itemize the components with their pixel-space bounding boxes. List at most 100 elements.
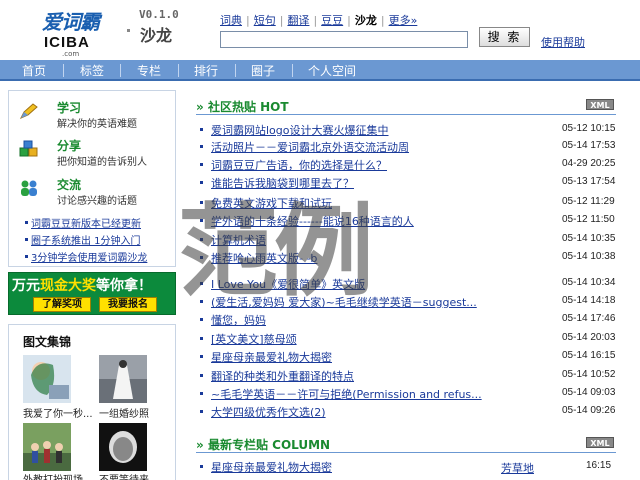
section-divider [196, 452, 616, 453]
main-nav-circles[interactable]: 圈子 [251, 62, 275, 79]
feature-subtitle: 讨论感兴趣的话题 [57, 196, 137, 207]
gallery-caption[interactable]: 一组婚纱照 [99, 405, 149, 420]
bullet-icon [200, 238, 203, 241]
announcement-link[interactable]: 3分钟学会使用爱词霸沙龙 [31, 249, 147, 264]
search-input[interactable] [220, 31, 468, 48]
bullet-icon [200, 355, 203, 358]
list-item[interactable]: 懂您，妈妈 05-14 17:46 [200, 312, 620, 329]
main-nav-home[interactable]: 首页 [22, 62, 46, 79]
post-title[interactable]: 星座母亲最爱礼物大揭密 [211, 459, 332, 475]
banner-title: 万元现金大奖等你拿！ [12, 278, 152, 294]
post-author[interactable]: 芳草地 [501, 460, 534, 476]
post-date: 05-14 09:26 [562, 405, 616, 416]
list-item[interactable]: 推荐哈心雨英文版- -b 05-14 10:38 [200, 250, 620, 267]
post-title[interactable]: 大学四级优秀作文选(2) [211, 404, 326, 420]
bullet-icon [127, 29, 130, 32]
gallery-thumbnail[interactable] [23, 355, 71, 403]
list-item[interactable]: 免费英文游戏下载和试玩 05-12 11:29 [200, 195, 620, 212]
top-nav-more[interactable]: 更多» [389, 14, 418, 27]
list-item[interactable]: 星座母亲最爱礼物大揭密 05-14 16:15 [200, 349, 620, 366]
gallery-caption[interactable]: 不要等待来 [99, 471, 149, 480]
main-nav: 首页 标签 专栏 排行 圈子 个人空间 [0, 60, 640, 81]
people-icon [21, 180, 37, 196]
announcement-link[interactable]: 词霸豆豆新版本已经更新 [31, 215, 141, 230]
post-title[interactable]: 免费英文游戏下载和试玩 [211, 195, 332, 211]
post-date: 05-14 14:18 [562, 295, 616, 306]
top-nav-phrases[interactable]: 短句 [254, 14, 276, 27]
gallery-thumbnail[interactable] [99, 355, 147, 403]
list-item[interactable]: ~毛毛学英语－－许可与拒绝(Permission and refus... 05-… [200, 386, 620, 403]
list-item[interactable]: (爱生活,爱妈妈 爱大家)~毛毛继续学英语－suggest... 05-14 14… [200, 294, 620, 311]
gallery-thumbnail[interactable] [23, 423, 71, 471]
list-item[interactable]: 活动照片－－爱词霸北京外语交流活动周 05-14 17:53 [200, 139, 620, 156]
bullet-icon [200, 256, 203, 259]
register-button[interactable]: 我要报名 [99, 297, 157, 312]
list-item[interactable]: 星座母亲最爱礼物大揭密 芳草地 16:15 [200, 459, 620, 476]
post-title[interactable]: 懂您，妈妈 [211, 312, 266, 328]
post-title[interactable]: 学外语的十条经验------能说16种语言的人 [211, 213, 414, 229]
post-date: 05-14 10:35 [562, 233, 616, 244]
bullet-icon [200, 128, 203, 131]
post-title[interactable]: 计算机术语 [211, 232, 266, 248]
bullet-icon [200, 374, 203, 377]
post-title[interactable]: 词霸豆豆广告语，你的选择是什么？ [211, 157, 387, 173]
list-item[interactable]: [英文美文]慈母颂 05-14 20:03 [200, 331, 620, 348]
list-item[interactable]: 计算机术语 05-14 10:35 [200, 232, 620, 249]
header: 爱词霸 ICIBA .com V0.1.0 沙龙 词典 | 短句 | 翻译 | 豆豆 | 沙龙 |… [0, 0, 640, 60]
contest-banner[interactable]: 万元现金大奖等你拿！ 了解奖项 我要报名 [8, 272, 176, 315]
feature-subtitle: 解决你的英语难题 [57, 119, 137, 130]
post-date: 05-12 10:15 [562, 123, 616, 134]
main-nav-tags[interactable]: 标签 [80, 62, 104, 79]
list-item[interactable]: 词霸豆豆广告语，你的选择是什么？ 04-29 20:25 [200, 157, 620, 174]
gallery-caption[interactable]: 外教打扮现场 [23, 471, 83, 480]
post-title[interactable]: [英文美文]慈母颂 [211, 331, 297, 347]
bullet-icon [200, 163, 203, 166]
section-divider [196, 114, 616, 115]
post-date: 05-14 17:46 [562, 313, 616, 324]
site-name: 沙龙 [140, 26, 173, 45]
learn-prizes-button[interactable]: 了解奖项 [33, 297, 91, 312]
bullet-icon [200, 300, 203, 303]
top-nav-salon[interactable]: 沙龙 [355, 14, 377, 27]
post-title[interactable]: 推荐哈心雨英文版- -b [211, 250, 317, 266]
announcement-link[interactable]: 圈子系统推出 1分钟入门 [31, 232, 141, 247]
post-date: 04-29 20:25 [562, 158, 616, 169]
post-date: 05-14 09:03 [562, 387, 616, 398]
help-link[interactable]: 使用帮助 [541, 34, 585, 50]
post-title[interactable]: (爱生活,爱妈妈 爱大家)~毛毛继续学英语－suggest... [211, 294, 477, 310]
pencil-icon [19, 103, 38, 119]
bullet-icon [25, 221, 28, 224]
hot-section-title: » 社区热贴 HOT [196, 100, 289, 114]
bullet-icon [200, 410, 203, 413]
bullet-icon [25, 255, 28, 258]
bullet-icon [200, 318, 203, 321]
feature-box: 学习 解决你的英语难题 分享 把你知道的告诉别人 交流 讨论感兴趣的话题 词霸豆… [8, 90, 176, 267]
top-nav-doudou[interactable]: 豆豆 [321, 14, 343, 27]
post-title[interactable]: 谁能告诉我脑袋到哪里去了？ [211, 175, 354, 191]
top-nav-dictionary[interactable]: 词典 [220, 14, 242, 27]
double-arrow-icon: » [196, 100, 204, 114]
gallery-caption[interactable]: 我爱了你一秒... [23, 405, 93, 420]
main-nav-personal-space[interactable]: 个人空间 [308, 62, 356, 79]
post-title[interactable]: 爱词霸网站logo设计大赛火爆征集中 [211, 122, 389, 138]
search-button[interactable]: 搜 索 [479, 27, 530, 47]
list-item[interactable]: 爱词霸网站logo设计大赛火爆征集中 05-12 10:15 [200, 122, 620, 139]
xml-feed-badge[interactable]: XML [586, 437, 614, 448]
xml-feed-badge[interactable]: XML [586, 99, 614, 110]
list-item[interactable]: 谁能告诉我脑袋到哪里去了？ 05-13 17:54 [200, 175, 620, 192]
main-nav-columns[interactable]: 专栏 [137, 62, 161, 79]
gallery-thumbnail[interactable] [99, 423, 147, 471]
post-title[interactable]: 星座母亲最爱礼物大揭密 [211, 349, 332, 365]
post-date: 05-12 11:50 [562, 214, 615, 225]
iciba-logo[interactable]: 爱词霸 ICIBA .com [38, 6, 100, 58]
list-item[interactable]: 大学四级优秀作文选(2) 05-14 09:26 [200, 404, 620, 421]
main-nav-ranking[interactable]: 排行 [194, 62, 218, 79]
top-nav-translate[interactable]: 翻译 [287, 14, 309, 27]
post-title[interactable]: 翻译的种类和外重翻译的特点 [211, 368, 354, 384]
list-item[interactable]: 学外语的十条经验------能说16种语言的人 05-12 11:50 [200, 213, 620, 230]
list-item[interactable]: 翻译的种类和外重翻译的特点 05-14 10:52 [200, 368, 620, 385]
post-title[interactable]: I Love You《爱很简单》英文版 [211, 276, 365, 292]
list-item[interactable]: I Love You《爱很简单》英文版 05-14 10:34 [200, 276, 620, 293]
post-title[interactable]: ~毛毛学英语－－许可与拒绝(Permission and refus... [211, 386, 482, 402]
post-title[interactable]: 活动照片－－爱词霸北京外语交流活动周 [211, 139, 409, 155]
